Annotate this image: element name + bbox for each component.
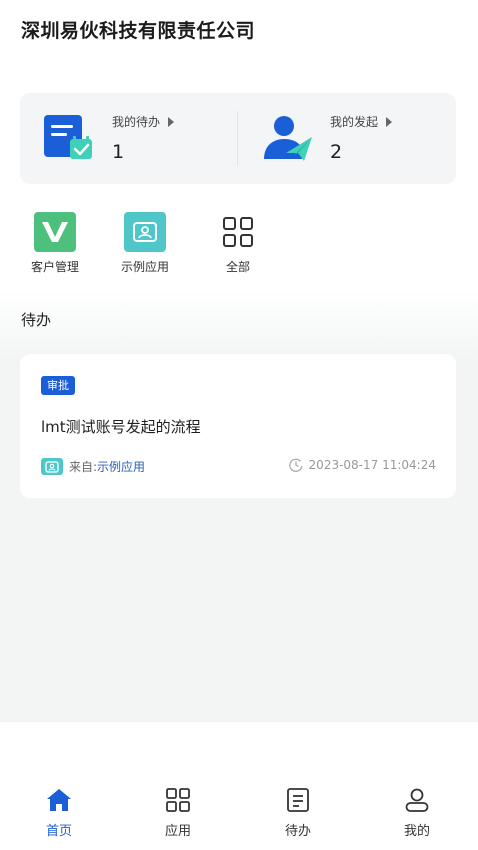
task-title: lmt测试账号发起的流程: [41, 418, 201, 436]
task-timestamp: 2023-08-17 11:04:24: [308, 458, 436, 472]
home-icon: [47, 789, 71, 811]
my-initiated-text: 我的发起: [330, 115, 379, 129]
app-label: 全部: [225, 260, 250, 274]
app-all[interactable]: 全部: [203, 212, 273, 275]
play-arrow-icon: [168, 116, 175, 127]
app-label: 示例应用: [120, 260, 169, 274]
my-initiated-label: 我的发起: [330, 113, 393, 130]
task-source: 来自:示例应用: [41, 458, 145, 475]
tab-label: 首页: [45, 824, 72, 839]
tab-label: 应用: [164, 824, 191, 839]
person-card-icon: [124, 212, 166, 252]
person-card-icon: [41, 458, 63, 475]
tab-label: 待办: [284, 824, 311, 839]
user-icon: [405, 788, 429, 812]
app-shortcuts: 客户管理 示例应用 全部: [20, 212, 320, 282]
bottom-tab-bar: 首页 应用 待办 我的: [0, 722, 478, 850]
task-time: 2023-08-17 11:04:24: [288, 458, 436, 472]
my-initiated-count: 2: [330, 141, 343, 163]
todo-section-title: 待办: [21, 311, 52, 329]
document-icon: [287, 788, 309, 812]
app-sample-application[interactable]: 示例应用: [110, 212, 180, 275]
app-customer-management[interactable]: 客户管理: [20, 212, 90, 275]
my-todo-label: 我的待办: [112, 113, 175, 130]
app-label: 客户管理: [30, 260, 79, 274]
user-send-icon: [264, 116, 312, 161]
my-todo-card[interactable]: 我的待办 1: [20, 93, 230, 184]
play-arrow-icon: [386, 116, 393, 127]
tab-label: 我的: [403, 824, 430, 839]
todo-task-card[interactable]: 审批 lmt测试账号发起的流程 来自:示例应用 2023-08-17 11:04…: [20, 354, 456, 498]
source-prefix: 来自:: [69, 460, 98, 474]
tab-me[interactable]: 我的: [377, 786, 457, 839]
my-todo-count: 1: [112, 141, 125, 163]
approval-badge: 审批: [41, 376, 75, 395]
tab-todo[interactable]: 待办: [258, 786, 338, 839]
v-logo-icon: [34, 212, 76, 252]
todo-doc-icon: [44, 115, 92, 159]
tab-apps[interactable]: 应用: [138, 786, 218, 839]
source-app-link[interactable]: 示例应用: [97, 460, 145, 474]
grid-icon: [217, 212, 259, 252]
company-name: 深圳易伙科技有限责任公司: [21, 20, 256, 42]
apps-grid-icon: [166, 788, 190, 812]
clock-icon: [288, 458, 302, 472]
summary-panel: 我的待办 1 我的发起 2: [20, 93, 456, 184]
my-initiated-card[interactable]: 我的发起 2: [238, 93, 448, 184]
tab-home[interactable]: 首页: [19, 786, 99, 839]
my-todo-text: 我的待办: [112, 115, 161, 129]
